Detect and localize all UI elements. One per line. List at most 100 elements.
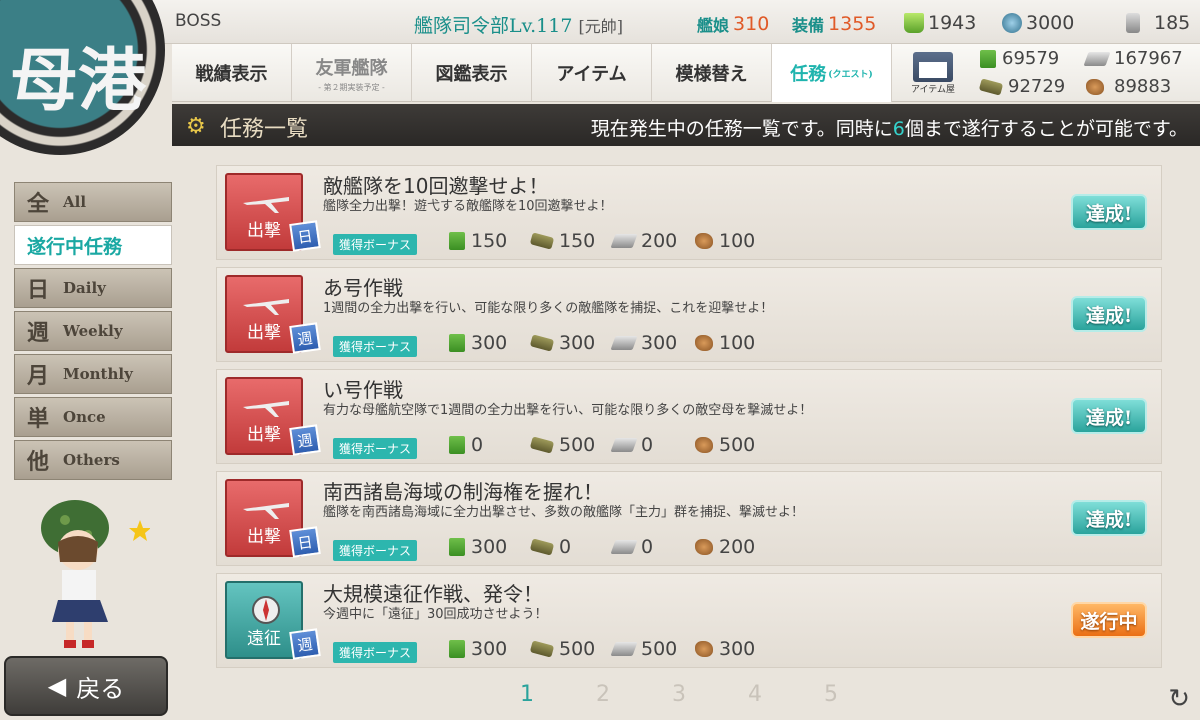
quest-item[interactable]: 出撃 週 あ号作戦 1週間の全力出撃を行い、可能な限り多くの敵艦隊を捕捉、これを…: [216, 267, 1162, 362]
weekly-type-badge: 週: [289, 628, 321, 660]
fuel-icon: [980, 49, 996, 68]
quest-rewards: 150 150 200 100: [449, 230, 777, 252]
quest-complete-button[interactable]: 達成!: [1071, 194, 1147, 230]
back-button[interactable]: ◀ 戻る: [4, 656, 168, 716]
bauxite-icon: [695, 335, 713, 351]
steel-icon: [610, 438, 638, 452]
devmat-count: 3000: [1002, 12, 1074, 34]
steel-icon: [1083, 51, 1111, 66]
plane-icon: [243, 503, 289, 519]
steel-icon: [610, 234, 638, 248]
quest-item[interactable]: 遠征 週 大規模遠征作戦、発令！ 今週中に「遠征」30回成功させよう！ 獲得ボー…: [216, 573, 1162, 668]
ammo-count: 92729: [978, 76, 1065, 97]
top-bar: BOSS 艦隊司令部Lv.117 [元帥] 艦娘 310 装備 1355 1943 …: [0, 0, 1200, 44]
filter-weekly[interactable]: 週 Weekly: [14, 311, 172, 351]
daily-type-badge: 日: [289, 220, 321, 252]
quest-limit-message: 現在発生中の任務一覧です。同時に6個まで遂行することが可能です。: [590, 118, 1188, 140]
plane-icon: [243, 197, 289, 213]
home-port-logo[interactable]: 母港: [0, 0, 165, 155]
quest-item[interactable]: 出撃 日 敵艦隊を10回邀撃せよ！ 艦隊全力出撃！遊弋する敵艦隊を10回邀撃せよ…: [216, 165, 1162, 260]
bonus-label: 獲得ボーナス: [333, 234, 418, 255]
quest-list: 出撃 日 敵艦隊を10回邀撃せよ！ 艦隊全力出撃！遊弋する敵艦隊を10回邀撃せよ…: [216, 165, 1162, 675]
bonus-label: 獲得ボーナス: [333, 336, 418, 357]
item-shop-button[interactable]: アイテム屋: [892, 44, 974, 102]
main-nav: 戦績表示 友軍艦隊 - 第２期実装予定 - 図鑑表示 アイテム 模様替え 任務 (ク…: [172, 44, 1200, 102]
quest-item[interactable]: 出撃 日 南西諸島海域の制海権を握れ！ 艦隊を南西諸島海域に全力出撃させ、多数の…: [216, 471, 1162, 566]
daily-type-badge: 日: [289, 526, 321, 558]
fuel-icon: [449, 436, 465, 454]
reload-icon[interactable]: ↻: [1168, 684, 1190, 714]
quest-rewards: 300 0 0 200: [449, 536, 777, 558]
shop-building-icon: [913, 51, 953, 82]
bucket-icon: [904, 13, 924, 33]
bauxite-count: 89883: [1086, 76, 1171, 97]
devmat-icon: [1002, 13, 1022, 33]
ammo-icon: [978, 77, 1004, 96]
filter-all[interactable]: 全 All: [14, 182, 172, 222]
quest-description: 有力な母艦航空隊で1週間の全力出撃を行い、可能な限り多くの敵空母を撃滅せよ！: [323, 403, 813, 418]
steel-icon: [610, 336, 638, 350]
hq-level: 艦隊司令部Lv.117 [元帥]: [414, 15, 623, 37]
bonus-label: 獲得ボーナス: [333, 642, 418, 663]
gear-icon: ⚙: [186, 114, 206, 139]
quest-in-progress-button[interactable]: 遂行中: [1071, 602, 1147, 638]
nav-friend-fleet: 友軍艦隊 - 第２期実装予定 -: [292, 44, 412, 102]
plane-icon: [243, 299, 289, 315]
nav-encyclopedia[interactable]: 図鑑表示: [412, 44, 532, 102]
compass-icon: [252, 596, 280, 624]
page-2[interactable]: 2: [596, 682, 610, 707]
page-title: 任務一覧: [220, 117, 309, 142]
quest-description: 1週間の全力出撃を行い、可能な限り多くの敵艦隊を捕捉、これを迎撃せよ！: [323, 301, 774, 316]
filter-in-progress[interactable]: 遂行中任務: [14, 225, 172, 265]
filter-daily[interactable]: 日 Daily: [14, 268, 172, 308]
bauxite-icon: [695, 437, 713, 453]
fuel-icon: [449, 232, 465, 250]
screw-count: 185: [1126, 12, 1190, 34]
ammo-icon: [529, 538, 555, 556]
equip-count: 装備 1355: [792, 13, 877, 35]
quest-complete-button[interactable]: 達成!: [1071, 398, 1147, 434]
filter-others[interactable]: 他 Others: [14, 440, 172, 480]
quest-complete-button[interactable]: 達成!: [1071, 500, 1147, 536]
nav-items[interactable]: アイテム: [532, 44, 652, 102]
bonus-label: 獲得ボーナス: [333, 438, 418, 459]
quest-complete-button[interactable]: 達成!: [1071, 296, 1147, 332]
admiral-rank: [元帥]: [578, 17, 623, 36]
nav-quests[interactable]: 任務 (クエスト): [772, 44, 892, 102]
filter-once[interactable]: 単 Once: [14, 397, 172, 437]
quest-description: 艦隊全力出撃！遊弋する敵艦隊を10回邀撃せよ！: [323, 199, 613, 214]
ammo-icon: [529, 640, 555, 658]
ammo-icon: [529, 232, 555, 250]
quest-rewards: 0 500 0 500: [449, 434, 777, 456]
quest-rewards: 300 300 300 100: [449, 332, 777, 354]
quest-girl-character: [41, 500, 150, 648]
bauxite-icon: [1086, 78, 1104, 95]
admiral-name: BOSS: [175, 11, 222, 31]
bauxite-icon: [695, 233, 713, 249]
bonus-label: 獲得ボーナス: [333, 540, 418, 561]
materials-panel: 69579 167967 92729 89883: [974, 44, 1200, 101]
fuel-count: 69579: [980, 48, 1059, 69]
bauxite-icon: [695, 641, 713, 657]
weekly-type-badge: 週: [289, 322, 321, 354]
quest-item[interactable]: 出撃 週 い号作戦 有力な母艦航空隊で1週間の全力出撃を行い、可能な限り多くの敵…: [216, 369, 1162, 464]
quest-rewards: 300 500 500 300: [449, 638, 777, 660]
ship-count: 艦娘 310: [697, 13, 770, 35]
page-4[interactable]: 4: [748, 682, 762, 707]
steel-icon: [610, 642, 638, 656]
fuel-icon: [449, 640, 465, 658]
quest-description: 艦隊を南西諸島海域に全力出撃させ、多数の敵艦隊「主力」群を捕捉、撃滅せよ！: [323, 505, 805, 520]
quest-list-header: ⚙ 任務一覧 現在発生中の任務一覧です。同時に6個まで遂行することが可能です。: [172, 104, 1200, 146]
quest-description: 今週中に「遠征」30回成功させよう！: [323, 607, 548, 622]
page-3[interactable]: 3: [672, 682, 686, 707]
nav-record[interactable]: 戦績表示: [172, 44, 292, 102]
plane-icon: [243, 401, 289, 417]
ammo-icon: [529, 436, 555, 454]
page-1[interactable]: 1: [520, 682, 534, 707]
weekly-type-badge: 週: [289, 424, 321, 456]
ammo-icon: [529, 334, 555, 352]
filter-monthly[interactable]: 月 Monthly: [14, 354, 172, 394]
nav-furniture[interactable]: 模様替え: [652, 44, 772, 102]
page-5[interactable]: 5: [824, 682, 838, 707]
steel-icon: [610, 540, 638, 554]
